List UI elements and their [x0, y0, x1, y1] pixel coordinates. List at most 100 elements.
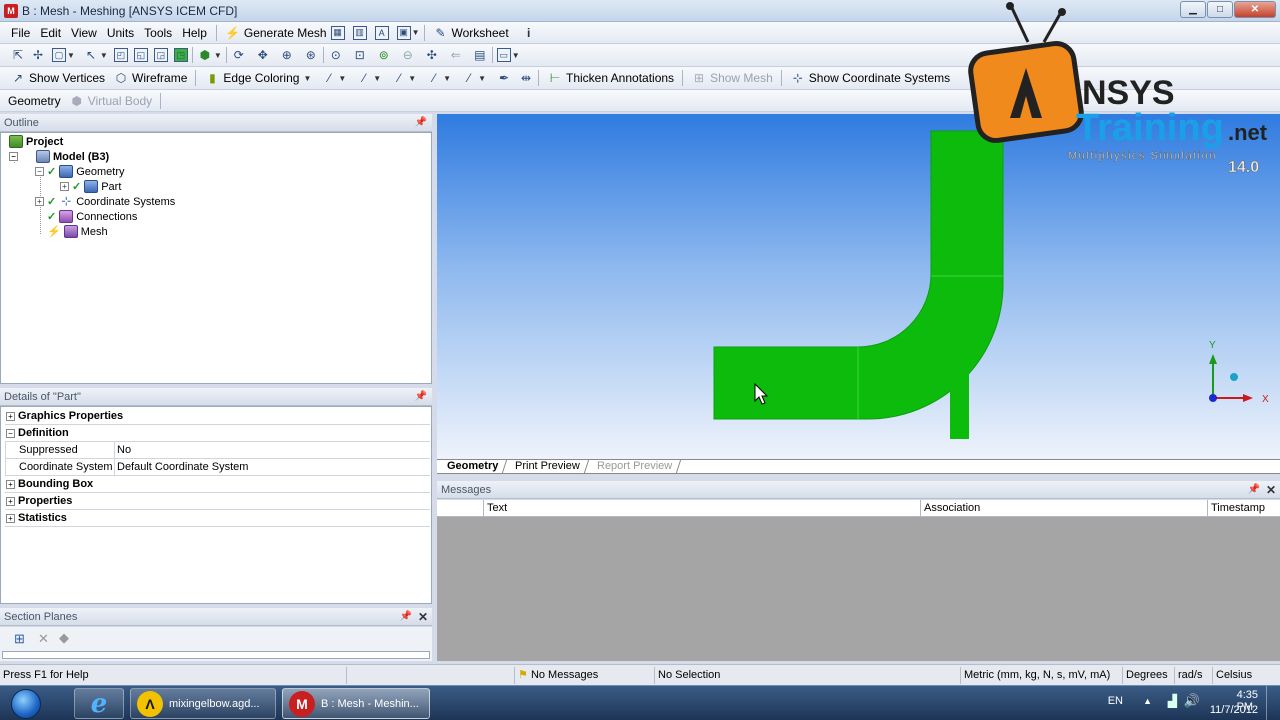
rotate-icon[interactable]: ⟳ — [231, 47, 247, 63]
close-icon[interactable]: ✕ — [418, 608, 428, 626]
show-vertices-button[interactable]: ↗ Show Vertices — [6, 68, 109, 88]
menu-edit[interactable]: Edit — [35, 22, 66, 44]
status-rate[interactable]: rad/s — [1174, 667, 1212, 684]
pin-icon[interactable]: 📌 — [415, 388, 427, 406]
extend-selection-icon[interactable]: ⬢ — [197, 47, 213, 63]
start-button[interactable] — [2, 687, 50, 720]
menu-help[interactable]: Help — [177, 22, 212, 44]
column-text[interactable]: Text — [483, 500, 920, 517]
pin-icon[interactable]: 📌 — [1248, 481, 1260, 499]
pointer-icon[interactable]: ↖ — [83, 47, 99, 63]
wireframe-button[interactable]: ⬡ Wireframe — [109, 68, 191, 88]
thick-edge-icon[interactable]: ✒ — [496, 70, 512, 86]
chevron-down-icon[interactable]: ▼ — [512, 51, 520, 60]
next-view-icon[interactable]: ▤ — [472, 47, 488, 63]
details-group-definition[interactable]: − Definition — [5, 425, 430, 442]
details-row-coordinate-system[interactable]: Coordinate System Default Coordinate Sys… — [5, 459, 430, 476]
magnifier-icon[interactable]: ⊚ — [376, 47, 392, 63]
pin-icon[interactable]: 📌 — [400, 608, 412, 626]
edge-select-icon[interactable]: ◱ — [133, 48, 148, 62]
status-angle[interactable]: Degrees — [1122, 667, 1174, 684]
volume-icon[interactable]: 🔊 — [1184, 693, 1200, 709]
edge-coloring-button[interactable]: ▮ Edge Coloring ▼ — [200, 68, 315, 88]
expand-icon[interactable]: + — [6, 497, 15, 506]
show-coordinate-systems-button[interactable]: ⊹ Show Coordinate Systems — [786, 68, 954, 88]
details-group-graphics[interactable]: + Graphics Properties — [5, 408, 430, 425]
menu-tools[interactable]: Tools — [139, 22, 177, 44]
expand-icon[interactable]: + — [6, 514, 15, 523]
property-value[interactable]: No — [117, 442, 131, 458]
taskbar-ie[interactable]: e — [74, 688, 124, 719]
chart-icon[interactable]: ▥ — [352, 25, 367, 40]
status-temperature[interactable]: Celsius — [1212, 667, 1280, 684]
chevron-down-icon[interactable]: ▼ — [478, 74, 486, 83]
language-indicator[interactable]: EN — [1108, 695, 1123, 707]
zoom-fit-icon[interactable]: ⊡ — [352, 47, 368, 63]
edge-direction-icon[interactable]: ⇹ — [518, 70, 534, 86]
generate-mesh-button[interactable]: ⚡ Generate Mesh — [221, 23, 331, 43]
body-select-icon[interactable]: ◳ — [173, 48, 188, 62]
taskbar-meshing[interactable]: M B : Mesh - Meshin... — [282, 688, 430, 719]
pin-icon[interactable]: 📌 — [415, 114, 427, 132]
collapse-icon[interactable]: − — [35, 167, 44, 176]
column-association[interactable]: Association — [920, 500, 1207, 517]
status-units[interactable]: Metric (mm, kg, N, s, mV, mA) — [960, 667, 1122, 684]
ansys-app-icon[interactable]: M — [4, 4, 18, 18]
details-group-statistics[interactable]: + Statistics — [5, 510, 430, 527]
image-icon[interactable]: ▣ — [396, 25, 411, 40]
select-mode-icon[interactable]: ⇱ — [10, 47, 26, 63]
clock-date[interactable]: 11/7/2012 — [1210, 704, 1258, 716]
expand-icon[interactable]: + — [6, 412, 15, 421]
chevron-down-icon[interactable]: ▼ — [408, 74, 416, 83]
box-zoom-icon[interactable]: ⊛ — [303, 47, 319, 63]
chevron-down-icon[interactable]: ▼ — [214, 51, 222, 60]
chevron-down-icon[interactable]: ▼ — [338, 74, 346, 83]
chevron-down-icon[interactable]: ▼ — [412, 28, 420, 37]
edge-display-5-icon[interactable]: ⁄ — [461, 70, 477, 86]
chevron-down-icon[interactable]: ▼ — [373, 74, 381, 83]
tree-node-part[interactable]: + ✓ Part — [60, 179, 121, 194]
tree-node-connections[interactable]: ✓ Connections — [47, 209, 137, 224]
select-point-icon[interactable]: ✢ — [30, 47, 46, 63]
taskbar-design-modeler[interactable]: Λ mixingelbow.agd... — [130, 688, 276, 719]
network-icon[interactable]: ▟ — [1168, 694, 1177, 708]
tab-print-preview[interactable]: Print Preview — [507, 460, 590, 473]
menu-view[interactable]: View — [66, 22, 102, 44]
collapse-icon[interactable]: − — [6, 429, 15, 438]
tree-node-mesh[interactable]: ⚡ Mesh — [47, 224, 108, 239]
tray-arrow-icon[interactable]: ▲ — [1143, 696, 1152, 706]
info-icon[interactable]: i — [521, 25, 537, 41]
thicken-annotations-button[interactable]: ⊢ Thicken Annotations — [543, 68, 678, 88]
tree-node-project[interactable]: Project — [9, 134, 63, 149]
collapse-icon[interactable]: − — [9, 152, 18, 161]
new-section-plane-icon[interactable]: ⊞ — [14, 631, 25, 647]
details-group-properties[interactable]: + Properties — [5, 493, 430, 510]
tab-geometry[interactable]: Geometry — [438, 460, 508, 473]
status-messages[interactable]: ⚑ No Messages — [514, 667, 654, 684]
tree-node-coordinate-systems[interactable]: + ✓ ⊹ Coordinate Systems — [35, 194, 175, 209]
pan-icon[interactable]: ✥ — [255, 47, 271, 63]
show-desktop-button[interactable] — [1266, 686, 1280, 720]
edge-display-3-icon[interactable]: ⁄ — [391, 70, 407, 86]
vertex-select-icon[interactable]: ◰ — [113, 48, 128, 62]
edge-display-2-icon[interactable]: ⁄ — [356, 70, 372, 86]
zoom-icon[interactable]: ⊕ — [279, 47, 295, 63]
chevron-down-icon[interactable]: ▼ — [100, 51, 108, 60]
expand-icon[interactable]: + — [35, 197, 44, 206]
expand-icon[interactable]: + — [6, 480, 15, 489]
zoom-to-fit-icon[interactable]: ⊙ — [328, 47, 344, 63]
edge-display-icon[interactable]: ⁄ — [321, 70, 337, 86]
menu-units[interactable]: Units — [102, 22, 139, 44]
isometric-icon[interactable]: ✣ — [424, 47, 440, 63]
chevron-down-icon[interactable]: ▼ — [443, 74, 451, 83]
annotation-icon[interactable]: A — [374, 25, 389, 40]
worksheet-button[interactable]: ✎ Worksheet — [429, 23, 513, 43]
edge-display-4-icon[interactable]: ⁄ — [426, 70, 442, 86]
preview-icon[interactable]: ▦ — [330, 25, 345, 40]
tab-report-preview[interactable]: Report Preview — [589, 460, 682, 473]
property-value[interactable]: Default Coordinate System — [117, 459, 248, 475]
tree-node-geometry[interactable]: − ✓ Geometry — [35, 164, 125, 179]
menu-file[interactable]: File — [6, 22, 35, 44]
face-select-icon[interactable]: ◲ — [153, 48, 168, 62]
column-timestamp[interactable]: Timestamp — [1207, 500, 1280, 517]
